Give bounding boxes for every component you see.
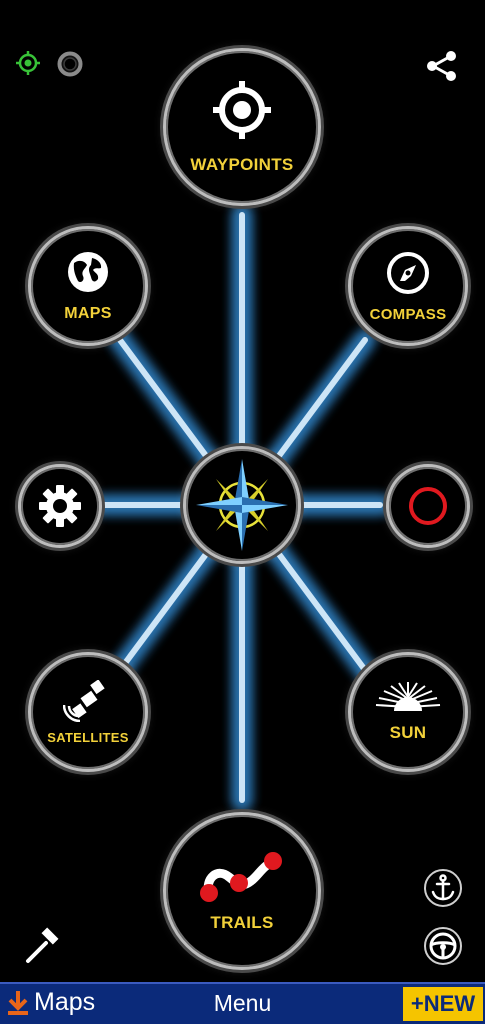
satellites-label: SATELLITES	[47, 729, 129, 745]
share-icon[interactable]	[424, 48, 460, 84]
trail-path-icon	[200, 852, 282, 902]
sun-label: SUN	[389, 723, 427, 742]
ring-icon[interactable]	[56, 50, 84, 78]
anchor-icon[interactable]	[423, 868, 463, 908]
maps-label: MAPS	[64, 305, 112, 322]
waypoints-label: WAYPOINTS	[190, 155, 294, 174]
download-icon	[8, 990, 28, 1015]
sun-button[interactable]: SUN	[348, 652, 468, 772]
bottom-bar: Maps Menu +NEW	[0, 982, 485, 1024]
maps-menu-button[interactable]: Maps	[6, 988, 95, 1017]
trails-label: TRAILS	[210, 913, 274, 932]
compass-label: COMPASS	[369, 305, 447, 323]
trails-button[interactable]: TRAILS	[163, 812, 321, 970]
new-button[interactable]: +NEW	[403, 987, 483, 1021]
record-button[interactable]	[386, 464, 470, 548]
maps-menu-label: Maps	[34, 988, 96, 1016]
crosshair-icon	[213, 81, 271, 139]
gps-fix-icon[interactable]	[15, 50, 41, 76]
steering-wheel-icon[interactable]	[423, 926, 463, 966]
center-compass-button[interactable]	[183, 446, 301, 564]
maps-button[interactable]: MAPS	[28, 226, 148, 346]
compass-rose-icon	[196, 459, 288, 551]
sunrise-icon	[375, 682, 441, 711]
record-circle-icon	[409, 487, 447, 525]
compass-button[interactable]: COMPASS	[348, 226, 468, 346]
compass-needle-icon	[387, 251, 429, 294]
hammer-icon[interactable]	[22, 926, 62, 966]
waypoints-button[interactable]: WAYPOINTS	[163, 48, 321, 206]
satellite-icon	[63, 679, 105, 722]
menu-button[interactable]: Menu	[214, 990, 272, 1016]
gear-icon	[39, 485, 81, 527]
satellites-button[interactable]: SATELLITES	[28, 652, 148, 772]
globe-icon	[68, 252, 108, 292]
settings-button[interactable]	[18, 464, 102, 548]
